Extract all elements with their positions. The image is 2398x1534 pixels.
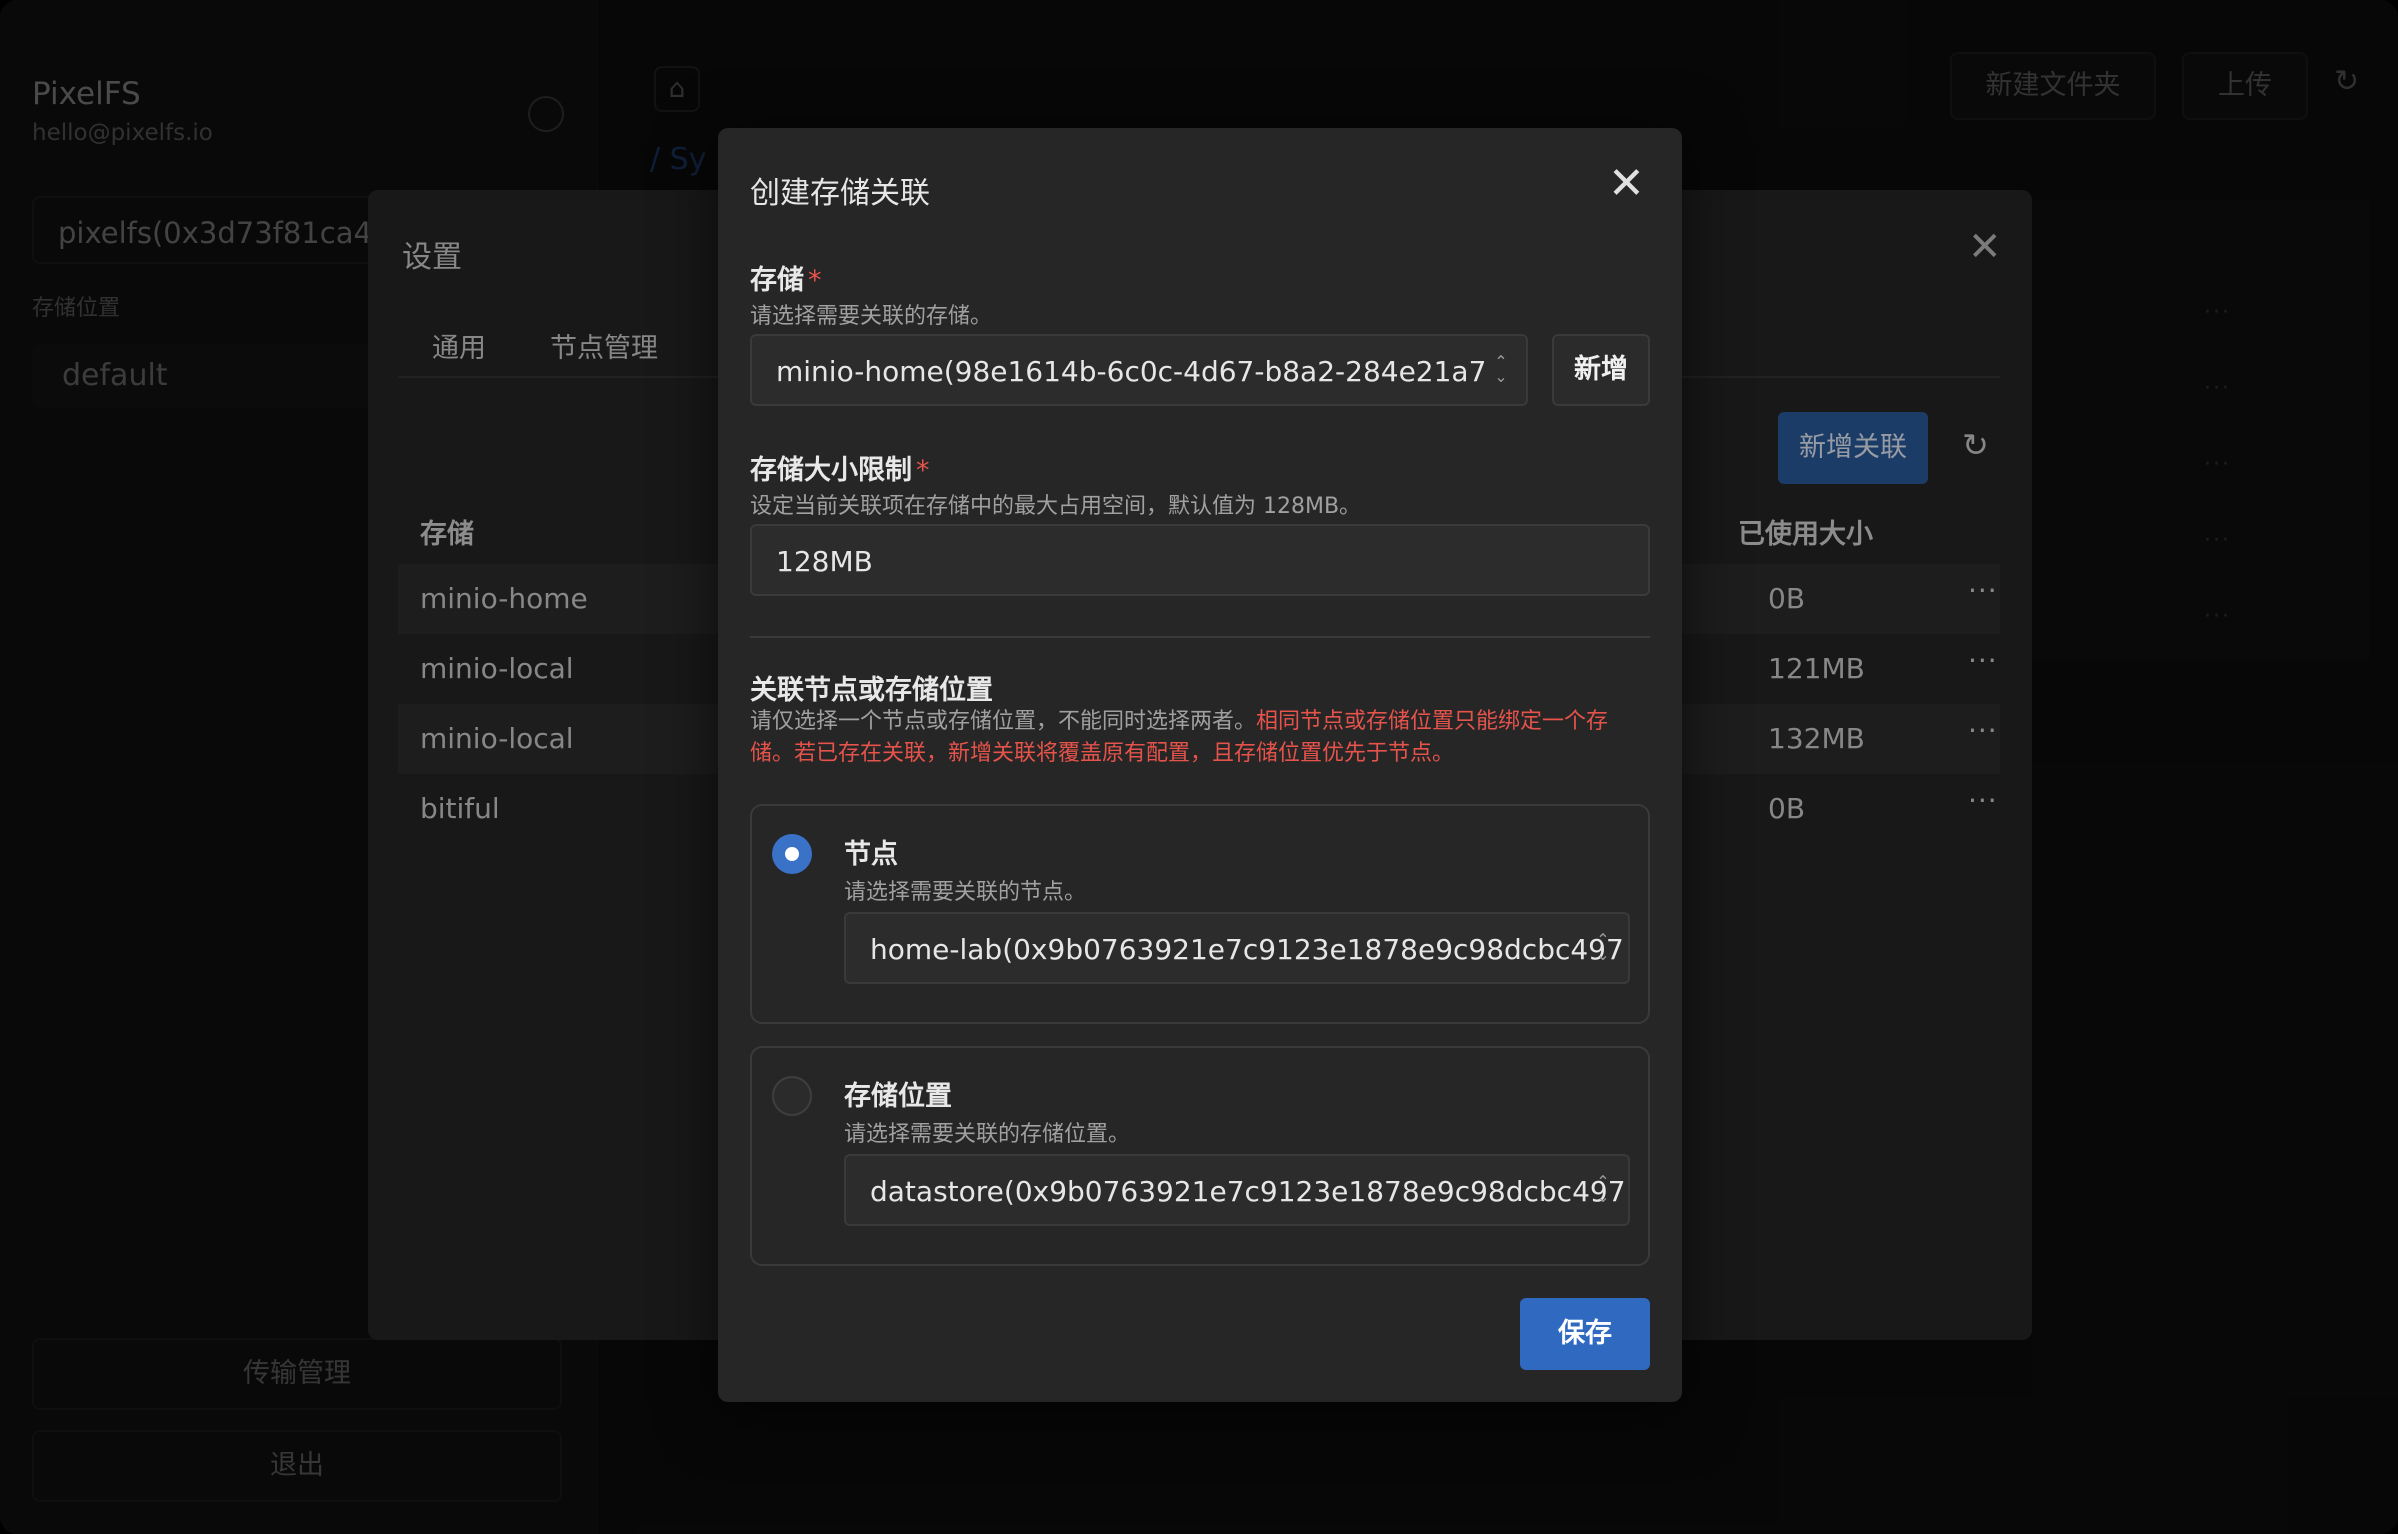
required-mark: * xyxy=(808,265,822,296)
chevron-up-down-icon: ⌃ ⌄ xyxy=(1596,930,1610,964)
dialog-title: 创建存储关联 xyxy=(750,176,930,211)
close-icon[interactable]: ✕ xyxy=(1608,158,1645,209)
divider xyxy=(750,636,1650,638)
chevron-up-down-icon: ⌃ ⌄ xyxy=(1596,1172,1610,1206)
create-association-dialog: 创建存储关联 ✕ 存储 * 请选择需要关联的存储。 minio-home(98e1… xyxy=(718,128,1682,1402)
location-option-title: 存储位置 xyxy=(844,1081,952,1112)
size-limit-label: 存储大小限制 * xyxy=(750,455,930,486)
node-radio[interactable] xyxy=(772,834,812,874)
storage-select[interactable]: minio-home(98e1614b-6c0c-4d67-b8a2-284e2… xyxy=(750,334,1528,406)
association-label: 关联节点或存储位置 xyxy=(750,675,993,706)
size-limit-input[interactable]: 128MB xyxy=(750,524,1650,596)
location-select-value: datastore(0x9b0763921e7c9123e1878e9c98dc… xyxy=(870,1175,1626,1208)
node-option-title: 节点 xyxy=(844,839,898,870)
association-hint: 请仅选择一个节点或存储位置，不能同时选择两者。相同节点或存储位置只能绑定一个存储… xyxy=(750,709,1609,766)
storage-label: 存储 * xyxy=(750,265,822,296)
size-limit-hint: 设定当前关联项在存储中的最大占用空间，默认值为 128MB。 xyxy=(750,494,1362,519)
save-button[interactable]: 保存 xyxy=(1520,1298,1650,1370)
location-select[interactable]: datastore(0x9b0763921e7c9123e1878e9c98dc… xyxy=(844,1154,1630,1226)
storage-select-value: minio-home(98e1614b-6c0c-4d67-b8a2-284e2… xyxy=(776,355,1487,388)
app-window: PixelFS hello@pixelfs.io pixelfs(0x3d73f… xyxy=(0,0,2398,1534)
required-mark: * xyxy=(916,455,930,486)
node-select[interactable]: home-lab(0x9b0763921e7c9123e1878e9c98dcb… xyxy=(844,912,1630,984)
node-option-hint: 请选择需要关联的节点。 xyxy=(844,880,1087,905)
location-radio[interactable] xyxy=(772,1076,812,1116)
chevron-up-down-icon: ⌃ ⌄ xyxy=(1494,352,1508,386)
location-option-card[interactable]: 存储位置 请选择需要关联的存储位置。 datastore(0x9b0763921… xyxy=(750,1046,1650,1266)
location-option-hint: 请选择需要关联的存储位置。 xyxy=(844,1122,1131,1147)
storage-hint: 请选择需要关联的存储。 xyxy=(750,304,993,329)
node-option-card[interactable]: 节点 请选择需要关联的节点。 home-lab(0x9b0763921e7c91… xyxy=(750,804,1650,1024)
add-storage-button[interactable]: 新增 xyxy=(1552,334,1650,406)
node-select-value: home-lab(0x9b0763921e7c9123e1878e9c98dcb… xyxy=(870,933,1624,966)
